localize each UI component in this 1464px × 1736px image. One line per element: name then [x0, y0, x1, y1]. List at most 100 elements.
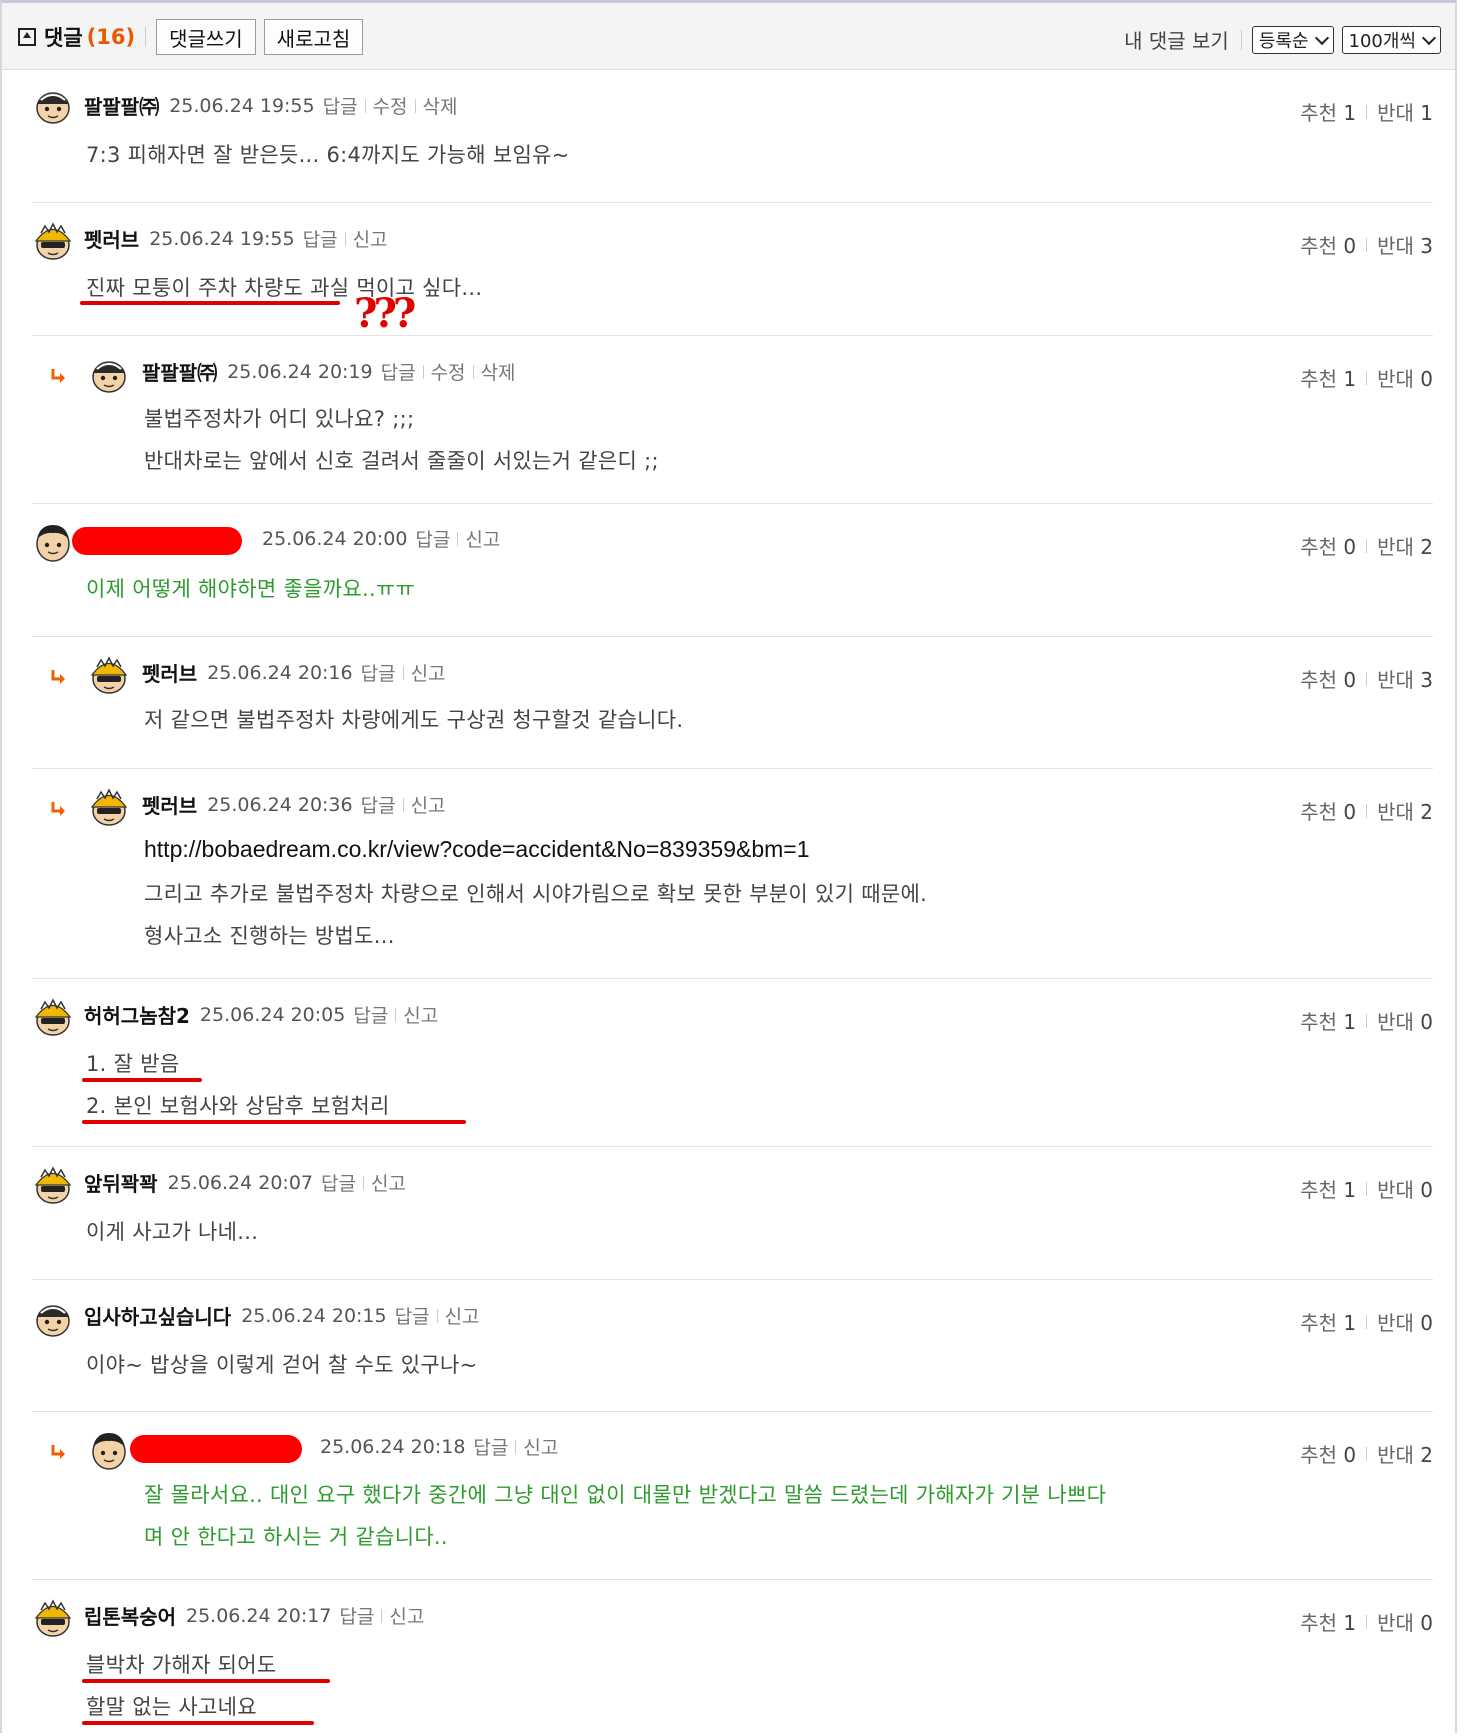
downvote-button[interactable]: 반대 0 — [1377, 363, 1433, 392]
downvote-label: 반대 — [1377, 101, 1414, 125]
reply-link[interactable]: 답글 — [395, 1302, 430, 1329]
reply-comment-item: 25.06.24 20:18 답글 신고 추천 0 반대 2 잘 몰라서요.. … — [32, 1411, 1433, 1580]
report-link[interactable]: 신고 — [371, 1169, 406, 1196]
upvote-count: 0 — [1343, 234, 1357, 258]
divider — [1366, 104, 1368, 119]
upvote-button[interactable]: 추천 0 — [1300, 531, 1356, 560]
downvote-button[interactable]: 반대 2 — [1377, 1439, 1433, 1468]
sort-select-value: 등록순 — [1258, 30, 1309, 52]
avatar-icon — [32, 1597, 74, 1639]
divider — [1366, 1614, 1368, 1629]
upvote-button[interactable]: 추천 1 — [1300, 1307, 1356, 1336]
divider — [472, 364, 474, 379]
divider — [436, 1308, 438, 1323]
avatar-icon — [88, 1429, 130, 1471]
comment-nickname[interactable]: 허허그놈참2 — [84, 1000, 190, 1029]
sort-select[interactable]: 등록순 — [1251, 25, 1334, 54]
upvote-button[interactable]: 추천 0 — [1300, 664, 1356, 693]
downvote-button[interactable]: 반대 0 — [1377, 1174, 1433, 1203]
comment-nickname[interactable]: 앞뒤꽉꽉 — [84, 1168, 158, 1197]
upvote-button[interactable]: 추천 0 — [1300, 796, 1356, 825]
divider — [1366, 803, 1368, 818]
downvote-button[interactable]: 반대 2 — [1377, 796, 1433, 825]
reply-link[interactable]: 답글 — [361, 791, 396, 818]
upvote-button[interactable]: 추천 1 — [1300, 1174, 1356, 1203]
comment-text: 반대차로는 앞에서 신호 걸려서 줄줄이 서있는거 같은디 ;; — [144, 449, 659, 473]
reply-link[interactable]: 답글 — [303, 225, 338, 252]
reply-link[interactable]: 답글 — [361, 659, 396, 686]
downvote-button[interactable]: 반대 0 — [1377, 1607, 1433, 1636]
comment-nickname[interactable]: 팔팔팔㈜ — [142, 357, 217, 386]
avatar-icon — [32, 84, 74, 126]
refresh-button[interactable]: 새로고침 — [263, 19, 364, 55]
comment-date: 25.06.24 20:07 — [167, 1171, 314, 1194]
avatar-icon — [88, 353, 130, 395]
downvote-button[interactable]: 반대 2 — [1377, 531, 1433, 560]
reply-link[interactable]: 답글 — [321, 1169, 356, 1196]
report-link[interactable]: 신고 — [411, 659, 446, 686]
reply-arrow-icon — [50, 668, 68, 686]
vote-area: 추천 1 반대 0 — [1300, 1006, 1433, 1035]
divider — [1366, 538, 1368, 553]
downvote-button[interactable]: 반대 3 — [1377, 664, 1433, 693]
comment-date: 25.06.24 20:05 — [199, 1003, 346, 1026]
edit-link[interactable]: 수정 — [431, 358, 466, 385]
report-link[interactable]: 신고 — [353, 225, 388, 252]
red-underline-mark — [82, 1120, 466, 1124]
upvote-count: 1 — [1343, 1311, 1357, 1335]
upvote-count: 1 — [1343, 367, 1357, 391]
comment-nickname[interactable]: 립톤복숭어 — [84, 1601, 176, 1630]
report-link[interactable]: 신고 — [403, 1001, 438, 1028]
report-link[interactable]: 신고 — [523, 1433, 558, 1460]
downvote-button[interactable]: 반대 3 — [1377, 230, 1433, 259]
report-link[interactable]: 신고 — [411, 791, 446, 818]
comment-nickname[interactable]: 펫러브 — [142, 658, 197, 687]
report-link[interactable]: 신고 — [389, 1602, 424, 1629]
comment-link[interactable]: http://bobaedream.co.kr/view?code=accide… — [144, 836, 810, 863]
downvote-button[interactable]: 반대 0 — [1377, 1006, 1433, 1035]
reply-link[interactable]: 답글 — [381, 358, 416, 385]
reply-link[interactable]: 답글 — [353, 1001, 388, 1028]
red-underline-mark — [80, 301, 340, 305]
divider — [422, 364, 424, 379]
per-page-select[interactable]: 100개씩 — [1341, 25, 1441, 54]
delete-link[interactable]: 삭제 — [481, 358, 516, 385]
reply-arrow-icon — [50, 367, 68, 385]
comment-item: 팔팔팔㈜ 25.06.24 19:55 답글 수정 삭제 추천 1 반대 1 7… — [32, 69, 1433, 203]
vote-area: 추천 1 반대 0 — [1300, 1607, 1433, 1636]
upvote-count: 0 — [1343, 668, 1357, 692]
downvote-button[interactable]: 반대 1 — [1377, 97, 1433, 126]
avatar-icon — [88, 654, 130, 696]
reply-link[interactable]: 답글 — [473, 1433, 508, 1460]
comment-nickname[interactable]: 펫러브 — [84, 224, 139, 253]
write-comment-button[interactable]: 댓글쓰기 — [156, 19, 256, 55]
vote-area: 추천 0 반대 3 — [1300, 230, 1433, 259]
comment-nickname[interactable]: 팔팔팔㈜ — [84, 91, 159, 120]
red-underline-mark — [82, 1078, 202, 1082]
reply-link[interactable]: 답글 — [339, 1602, 374, 1629]
downvote-label: 반대 — [1377, 1611, 1414, 1635]
upvote-button[interactable]: 추천 0 — [1300, 230, 1356, 259]
upvote-button[interactable]: 추천 1 — [1300, 363, 1356, 392]
comment-text: 블박차 가해자 되어도 — [86, 1653, 277, 1677]
delete-link[interactable]: 삭제 — [423, 92, 458, 119]
upvote-button[interactable]: 추천 1 — [1300, 1006, 1356, 1035]
report-link[interactable]: 신고 — [465, 525, 500, 552]
reply-link[interactable]: 답글 — [415, 525, 450, 552]
reply-link[interactable]: 답글 — [323, 92, 358, 119]
downvote-button[interactable]: 반대 0 — [1377, 1307, 1433, 1336]
upvote-button[interactable]: 추천 0 — [1300, 1439, 1356, 1468]
my-comments-link[interactable]: 내 댓글 보기 — [1124, 25, 1229, 54]
edit-link[interactable]: 수정 — [373, 92, 408, 119]
redacted-nickname — [130, 1435, 302, 1463]
downvote-count: 0 — [1420, 367, 1433, 391]
upvote-button[interactable]: 추천 1 — [1300, 97, 1356, 126]
comment-section: 댓글 (16) 댓글쓰기 새로고침 내 댓글 보기 등록순 100개씩 팔팔팔㈜… — [0, 0, 1457, 1733]
comment-nickname[interactable]: 입사하고싶습니다 — [84, 1301, 231, 1330]
comment-date: 25.06.24 20:36 — [207, 793, 353, 816]
upvote-button[interactable]: 추천 1 — [1300, 1607, 1356, 1636]
collapse-icon[interactable] — [18, 28, 36, 46]
report-link[interactable]: 신고 — [445, 1302, 480, 1329]
downvote-label: 반대 — [1377, 1010, 1414, 1034]
comment-nickname[interactable]: 펫러브 — [142, 790, 197, 819]
